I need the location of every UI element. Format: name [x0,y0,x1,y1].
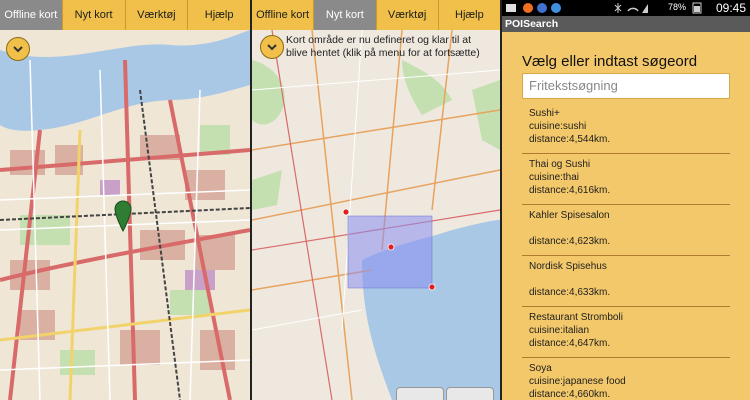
search-placeholder: Fritekstsøgning [529,78,618,93]
new-map-screen: Offline kort Nyt kort Værktøj Hjælp Kort… [252,0,500,400]
list-item[interactable]: Sushi+ cuisine:sushi distance:4,544km. [522,108,730,154]
chevron-down-icon [267,44,277,51]
list-item[interactable]: Kahler Spisesalon distance:4,623km. [522,205,730,256]
poi-distance: distance:4,660km. [529,389,611,400]
tab-bar: Offline kort Nyt kort Værktøj Hjælp [0,0,250,30]
tab-vaerktoej[interactable]: Værktøj [126,0,189,30]
poi-cuisine [529,273,723,286]
notification-icons [506,3,561,13]
chevron-down-icon [13,46,23,53]
poi-cuisine: cuisine:italian [529,325,590,336]
tab-vaerktoej[interactable]: Værktøj [377,0,439,30]
poi-name: Sushi+ [529,108,560,119]
tab-hjaelp[interactable]: Hjælp [439,0,500,30]
poi-name: Kahler Spisesalon [529,210,610,221]
poi-distance: distance:4,647km. [529,338,611,349]
poi-cuisine [529,222,723,235]
list-item[interactable]: Soya cuisine:japanese food distance:4,66… [522,358,730,400]
poi-distance: distance:4,633km. [529,287,611,298]
menu-button[interactable] [6,37,30,61]
search-input[interactable]: Fritekstsøgning [522,73,730,99]
poi-name: Thai og Sushi [529,159,591,170]
poi-name: Restaurant Stromboli [529,312,623,323]
result-list[interactable]: Sushi+ cuisine:sushi distance:4,544km. T… [522,108,730,400]
battery-icon [692,2,702,14]
zoom-out-button[interactable] [396,387,444,400]
tab-nyt-kort[interactable]: Nyt kort [314,0,377,30]
tab-offline-kort[interactable]: Offline kort [0,0,63,30]
status-bar: 78% 09:45 [502,0,750,16]
tab-offline-kort[interactable]: Offline kort [252,0,315,30]
battery-level: 78% [667,2,686,12]
map-pin-icon[interactable] [114,200,132,232]
poi-cuisine: cuisine:thai [529,172,580,183]
list-item[interactable]: Nordisk Spisehus distance:4,633km. [522,256,730,307]
zoom-in-button[interactable] [446,387,494,400]
poi-cuisine: cuisine:japanese food [529,376,626,387]
clock: 09:45 [715,1,746,15]
poi-search-screen: 78% 09:45 POISearch Vælg eller indtast s… [502,0,750,400]
list-item[interactable]: Restaurant Stromboli cuisine:italian dis… [522,307,730,358]
list-item[interactable]: Thai og Sushi cuisine:thai distance:4,61… [522,154,730,205]
region-map[interactable] [252,30,500,400]
app-title: POISearch [502,16,750,32]
tab-bar: Offline kort Nyt kort Værktøj Hjælp [252,0,500,30]
tab-hjaelp[interactable]: Hjælp [188,0,250,30]
search-heading: Vælg eller indtast søgeord [522,53,698,70]
poi-distance: distance:4,544km. [529,134,611,145]
selection-notice: Kort område er nu defineret og klar til … [286,34,480,59]
poi-name: Nordisk Spisehus [529,261,607,272]
offline-map-screen: Offline kort Nyt kort Værktøj Hjælp [0,0,250,400]
tab-nyt-kort[interactable]: Nyt kort [63,0,126,30]
poi-name: Soya [529,363,552,374]
signal-icons [614,3,648,13]
poi-cuisine: cuisine:sushi [529,121,587,132]
menu-button[interactable] [260,35,284,59]
poi-distance: distance:4,616km. [529,185,611,196]
poi-distance: distance:4,623km. [529,236,611,247]
